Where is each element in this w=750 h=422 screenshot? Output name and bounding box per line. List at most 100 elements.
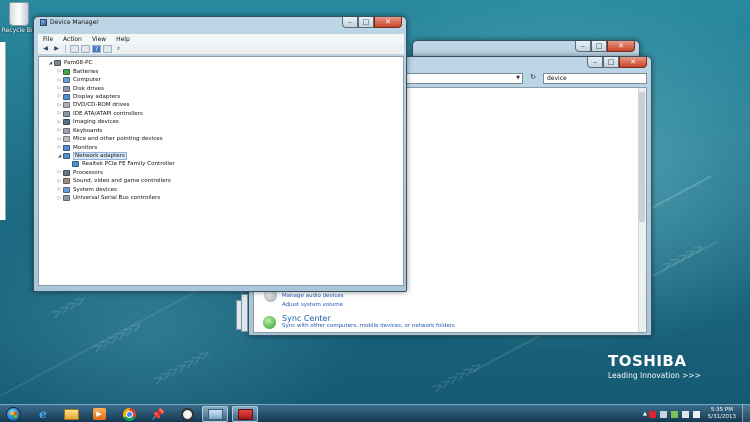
action-center-flag-icon[interactable] <box>659 410 667 418</box>
sync-center-description-link[interactable]: Sync with other computers, mobile device… <box>282 323 455 329</box>
manage-audio-devices-link[interactable]: Manage audio devices <box>282 293 344 299</box>
expand-arrow-icon[interactable]: ▷ <box>56 103 63 108</box>
toshiba-tagline: Leading Innovation >>> <box>608 371 701 380</box>
expand-arrow-icon[interactable]: ▷ <box>56 94 63 99</box>
show-hidden-icons-arrow-icon[interactable]: ▲ <box>643 411 647 417</box>
device-category-icon <box>63 195 70 202</box>
tree-node[interactable]: ▷ DVD/CD-ROM drives <box>39 101 403 109</box>
tree-node[interactable]: ▷ Processors <box>39 169 403 177</box>
view-icon[interactable] <box>103 45 112 53</box>
forward-arrow-icon[interactable]: ▶ <box>52 45 61 53</box>
window-caption-buttons: – □ ✕ <box>587 57 647 68</box>
refresh-icon[interactable]: ↻ <box>527 73 539 84</box>
tree-node[interactable]: ▷ Computer <box>39 76 403 84</box>
volume-icon[interactable] <box>692 410 700 418</box>
vertical-scrollbar[interactable] <box>638 88 646 332</box>
clock-app-taskbar-button[interactable] <box>174 406 200 422</box>
media-player-taskbar-button[interactable]: ▶ <box>86 406 112 422</box>
expand-arrow-icon[interactable]: ▷ <box>56 128 63 133</box>
menu-action[interactable]: Action <box>58 36 87 43</box>
expand-arrow-icon[interactable]: ▷ <box>56 187 63 192</box>
adjust-system-volume-link[interactable]: Adjust system volume <box>282 302 343 308</box>
toolbox-app-taskbar-button[interactable] <box>232 406 258 422</box>
expand-arrow-icon[interactable]: ▷ <box>56 145 63 150</box>
menu-view[interactable]: View <box>87 36 111 43</box>
maximize-button[interactable]: □ <box>358 17 374 28</box>
recycle-bin-shortcut[interactable]: Recycle Bin <box>1 2 37 34</box>
start-button[interactable] <box>2 405 24 422</box>
tray-app-icon[interactable] <box>648 410 656 418</box>
chrome-taskbar-button[interactable] <box>116 406 142 422</box>
close-button[interactable]: ✕ <box>607 41 635 52</box>
expand-arrow-icon[interactable]: ▷ <box>56 196 63 201</box>
device-category-icon <box>63 110 70 117</box>
minimize-button[interactable]: – <box>342 17 358 28</box>
network-icon[interactable] <box>681 410 689 418</box>
expand-arrow-icon[interactable]: ▷ <box>56 137 63 142</box>
scrollbar-thumb[interactable] <box>639 92 645 222</box>
collapse-arrow-icon[interactable]: ◢ <box>56 154 63 159</box>
windows-explorer-taskbar-button[interactable] <box>58 406 84 422</box>
collapse-arrow-icon[interactable]: ◢ <box>47 61 54 66</box>
expand-arrow-icon[interactable]: ▷ <box>56 111 63 116</box>
tree-node[interactable]: ▷ Universal Serial Bus controllers <box>39 194 403 202</box>
menu-help[interactable]: Help <box>111 36 135 43</box>
battery-icon[interactable] <box>670 410 678 418</box>
tree-node[interactable]: ◢ Network adapters <box>39 152 403 161</box>
tree-node-label: Mice and other pointing devices <box>73 136 163 143</box>
stacked-window-edges <box>236 290 250 334</box>
internet-explorer-taskbar-button[interactable]: e <box>30 406 56 422</box>
properties-icon[interactable] <box>81 45 90 53</box>
show-desktop-button[interactable] <box>742 405 750 422</box>
tree-node[interactable]: ▷ Monitors <box>39 143 403 151</box>
back-arrow-icon[interactable]: ◀ <box>41 45 50 53</box>
help-icon[interactable]: ? <box>92 45 101 53</box>
close-button[interactable]: ✕ <box>374 17 402 28</box>
taskbar-clock[interactable]: 5:35 PM 5/31/2013 <box>708 407 736 421</box>
expand-arrow-icon[interactable]: ▷ <box>56 170 63 175</box>
chrome-icon <box>122 407 136 421</box>
device-category-icon <box>63 102 70 109</box>
device-manager-taskbar-button[interactable] <box>202 406 228 422</box>
maximize-button[interactable]: □ <box>591 41 607 52</box>
tree-node[interactable]: ▷ Batteries <box>39 67 403 75</box>
expand-arrow-icon[interactable]: ▷ <box>56 78 63 83</box>
maximize-button[interactable]: □ <box>603 57 619 68</box>
device-manager-window[interactable]: Device Manager – □ ✕ File Action View He… <box>33 16 407 292</box>
search-input[interactable]: device <box>543 73 647 84</box>
expand-arrow-icon[interactable]: ▷ <box>56 179 63 184</box>
sync-center-heading[interactable]: Sync Center <box>282 314 331 323</box>
minimize-button[interactable]: – <box>575 41 591 52</box>
tree-node[interactable]: ▷ System devices <box>39 186 403 194</box>
folder-icon <box>63 408 79 420</box>
clock-time: 5:35 PM <box>710 407 733 413</box>
address-dropdown-icon[interactable]: ▼ <box>514 74 522 83</box>
minimize-button[interactable]: – <box>587 57 603 68</box>
tree-node[interactable]: ▷ IDE ATA/ATAPI controllers <box>39 110 403 118</box>
tree-node[interactable]: ▷ Sound, video and game controllers <box>39 177 403 185</box>
tree-node[interactable]: ▷ Mice and other pointing devices <box>39 135 403 143</box>
clock-date: 5/31/2013 <box>707 414 736 420</box>
device-manager-taskbar-icon <box>207 408 223 420</box>
offscreen-window-edge[interactable] <box>0 42 6 220</box>
tree-node[interactable]: ▷ Disk drives <box>39 84 403 92</box>
tree-node[interactable]: ▷ Display adapters <box>39 93 403 101</box>
expand-arrow-icon[interactable]: ▷ <box>56 69 63 74</box>
scan-hardware-icon[interactable]: ⌕ <box>114 45 123 53</box>
expand-arrow-icon[interactable]: ▷ <box>56 120 63 125</box>
tree-node-label: IDE ATA/ATAPI controllers <box>73 110 143 117</box>
device-category-icon <box>63 127 70 134</box>
tree-node[interactable]: ▷ Imaging devices <box>39 118 403 126</box>
tree-node-label: Imaging devices <box>73 119 119 126</box>
device-category-icon <box>63 144 70 151</box>
title-bar[interactable]: Device Manager <box>40 19 99 26</box>
tree-node[interactable]: ▷ Keyboards <box>39 127 403 135</box>
tree-node[interactable]: Realtek PCIe FE Family Controller <box>39 160 403 168</box>
show-hide-console-tree-icon[interactable] <box>70 45 79 53</box>
wallpaper-chevrons: >>>>>> <box>429 358 484 398</box>
tree-node[interactable]: ◢ Pam08-PC <box>39 59 403 67</box>
menu-file[interactable]: File <box>38 36 58 43</box>
expand-arrow-icon[interactable]: ▷ <box>56 86 63 91</box>
pushpin-app-taskbar-button[interactable]: 📌 <box>145 406 171 422</box>
close-button[interactable]: ✕ <box>619 57 647 68</box>
